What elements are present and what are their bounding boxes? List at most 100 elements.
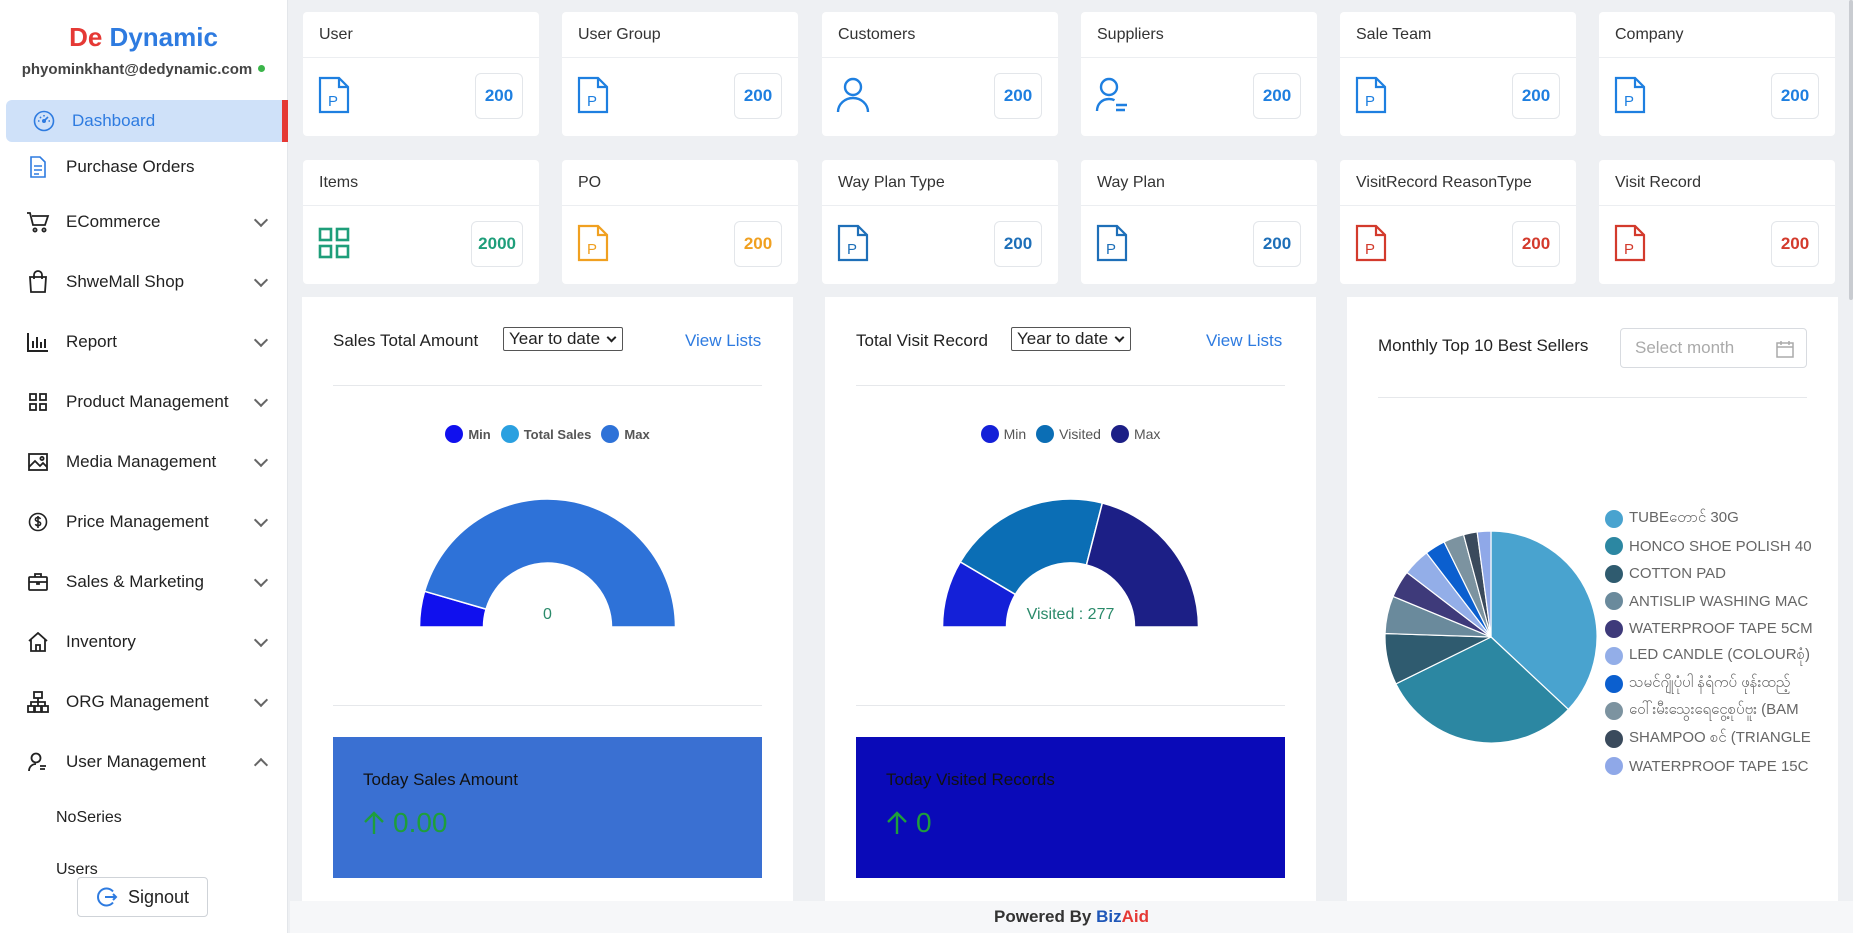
sidebar-item-user-management[interactable]: User Management xyxy=(0,732,288,792)
pie-legend-item[interactable]: TUBEတောင် 30G xyxy=(1605,505,1815,533)
pie-legend-item[interactable]: SHAMPOO စင် (TRIANGLE xyxy=(1605,725,1815,753)
visit-period-select[interactable]: Year to date xyxy=(1011,327,1132,351)
chevron-down-icon[interactable] xyxy=(253,512,269,528)
legend-label: LED CANDLE (COLOURစုံ) xyxy=(1629,646,1810,664)
document-p-icon: P xyxy=(1354,224,1388,262)
stat-card-title: Suppliers xyxy=(1081,12,1317,58)
sidebar-item-dashboard[interactable]: Dashboard xyxy=(6,100,288,142)
stat-card-title: Way Plan xyxy=(1081,160,1317,206)
document-p-icon: P xyxy=(1354,76,1388,114)
sidebar-item-label: User Management xyxy=(66,752,206,771)
stat-card-value: 200 xyxy=(994,73,1042,119)
sidebar-item-label: ECommerce xyxy=(66,212,161,231)
sidebar-item-ecommerce[interactable]: ECommerce xyxy=(0,192,288,252)
document-p-icon: P xyxy=(317,76,351,114)
sales-panel-title: Sales Total Amount xyxy=(333,331,479,350)
stat-card-po[interactable]: PO P 200 xyxy=(562,160,798,284)
sidebar-item-product-management[interactable]: Product Management xyxy=(0,372,288,432)
document-p-icon: P xyxy=(576,76,610,114)
legend-swatch xyxy=(1605,564,1623,583)
pie-legend-item[interactable]: COTTON PAD xyxy=(1605,560,1815,588)
chevron-down-icon[interactable] xyxy=(253,632,269,648)
chevron-down-icon[interactable] xyxy=(253,452,269,468)
visit-view-lists-link[interactable]: View Lists xyxy=(1206,331,1282,351)
svg-text:P: P xyxy=(1365,241,1375,258)
stat-card-value: 200 xyxy=(475,73,523,119)
stat-card-way-plan[interactable]: Way Plan P 200 xyxy=(1081,160,1317,284)
legend-swatch xyxy=(1605,729,1623,748)
document-p-icon: P xyxy=(1613,224,1647,262)
best-sellers-panel: Monthly Top 10 Best Sellers Select month… xyxy=(1347,297,1838,903)
pie-legend-item[interactable]: LED CANDLE (COLOURစုံ) xyxy=(1605,643,1815,671)
document-icon xyxy=(26,155,50,179)
divider xyxy=(333,705,762,706)
pie-legend-item[interactable]: သမင်ဂျိုပုံပါ နံရံကပ် ဖုန်းထည့် xyxy=(1605,670,1815,698)
bar-chart-icon xyxy=(26,330,50,354)
stat-card-value: 200 xyxy=(734,73,782,119)
sidebar-item-sales-marketing[interactable]: Sales & Marketing xyxy=(0,552,288,612)
legend-swatch xyxy=(1605,757,1623,776)
chevron-down-icon[interactable] xyxy=(253,392,269,408)
sidebar-item-label: Price Management xyxy=(66,512,209,531)
legend-label: သမင်ဂျိုပုံပါ နံရံကပ် ဖုန်းထည့် xyxy=(1629,673,1791,691)
stat-card-sale-team[interactable]: Sale Team P 200 xyxy=(1340,12,1576,136)
today-sales-title: Today Sales Amount xyxy=(363,770,518,789)
pie-legend-item[interactable]: WATERPROOF TAPE 15C xyxy=(1605,753,1815,781)
gauge-center-label: Visited : 277 xyxy=(1027,606,1115,623)
stat-card-company[interactable]: Company P 200 xyxy=(1599,12,1835,136)
legend-label: ဝေါ်းမီးသွေးရေငွေ့စုပ်ဗူး (BAM xyxy=(1629,701,1799,719)
stat-card-customers[interactable]: Customers 200 xyxy=(822,12,1058,136)
stat-card-user[interactable]: User P 200 xyxy=(303,12,539,136)
sales-period-select[interactable]: Year to date xyxy=(503,327,624,351)
chevron-down-icon[interactable] xyxy=(253,272,269,288)
online-status-dot xyxy=(258,65,266,72)
stat-card-value: 200 xyxy=(1771,221,1819,267)
stat-card-title: VisitRecord ReasonType xyxy=(1340,160,1576,206)
page-scrollbar[interactable] xyxy=(1849,0,1853,300)
today-visited-title: Today Visited Records xyxy=(886,770,1055,789)
stat-card-title: Company xyxy=(1599,12,1835,58)
stat-card-visitrecord-reasontype[interactable]: VisitRecord ReasonType P 200 xyxy=(1340,160,1576,284)
sidebar-item-label: Inventory xyxy=(66,632,136,651)
pie-legend-item[interactable]: HONCO SHOE POLISH 40 xyxy=(1605,533,1815,561)
sales-total-panel: Sales Total Amount Year to date View Lis… xyxy=(302,297,793,903)
sidebar-item-shwemall-shop[interactable]: ShweMall Shop xyxy=(0,252,288,312)
chevron-down-icon[interactable] xyxy=(253,572,269,588)
stat-card-way-plan-type[interactable]: Way Plan Type P 200 xyxy=(822,160,1058,284)
best-sellers-title: Monthly Top 10 Best Sellers xyxy=(1378,336,1589,355)
sidebar-item-label: Dashboard xyxy=(72,111,156,130)
stat-card-title: Sale Team xyxy=(1340,12,1576,58)
month-picker[interactable]: Select month xyxy=(1620,328,1807,368)
sidebar-item-inventory[interactable]: Inventory xyxy=(0,612,288,672)
stat-card-visit-record[interactable]: Visit Record P 200 xyxy=(1599,160,1835,284)
sidebar-item-report[interactable]: Report xyxy=(0,312,288,372)
sales-view-lists-link[interactable]: View Lists xyxy=(685,331,761,351)
stat-card-user-group[interactable]: User Group P 200 xyxy=(562,12,798,136)
divider xyxy=(856,385,1285,386)
chevron-down-icon[interactable] xyxy=(253,212,269,228)
brand-logo[interactable]: De Dynamic xyxy=(0,0,287,53)
sidebar-item-purchase-orders[interactable]: Purchase Orders xyxy=(0,142,288,192)
pie-legend-item[interactable]: WATERPROOF TAPE 5CM xyxy=(1605,615,1815,643)
sidebar-item-label: Report xyxy=(66,332,118,351)
brand-part-dynamic: Dynamic xyxy=(109,22,218,52)
pie-legend-item[interactable]: ANTISLIP WASHING MAC xyxy=(1605,588,1815,616)
pie-legend-item[interactable]: ဝေါ်းမီးသွေးရေငွေ့စုပ်ဗူး (BAM xyxy=(1605,698,1815,726)
stat-card-items[interactable]: Items 2000 xyxy=(303,160,539,284)
footer: Powered By BizAid xyxy=(290,901,1853,933)
stat-card-suppliers[interactable]: Suppliers 200 xyxy=(1081,12,1317,136)
sidebar-item-price-management[interactable]: Price Management xyxy=(0,492,288,552)
visit-gauge-chart: Visited : 277 xyxy=(941,498,1200,628)
sidebar-item-label: Purchase Orders xyxy=(66,157,195,176)
legend-label: COTTON PAD xyxy=(1629,565,1726,583)
sidebar-item-media-management[interactable]: Media Management xyxy=(0,432,288,492)
signout-button[interactable]: Signout xyxy=(77,877,208,917)
svg-text:P: P xyxy=(1365,93,1375,110)
sidebar-subitem-noseries[interactable]: NoSeries xyxy=(0,792,288,844)
chevron-down-icon[interactable] xyxy=(253,332,269,348)
chevron-down-icon[interactable] xyxy=(253,692,269,708)
chevron-up-icon[interactable] xyxy=(253,757,269,773)
sidebar-item-org-management[interactable]: ORG Management xyxy=(0,672,288,732)
image-icon xyxy=(26,450,50,474)
legend-label: ANTISLIP WASHING MAC xyxy=(1629,592,1809,610)
